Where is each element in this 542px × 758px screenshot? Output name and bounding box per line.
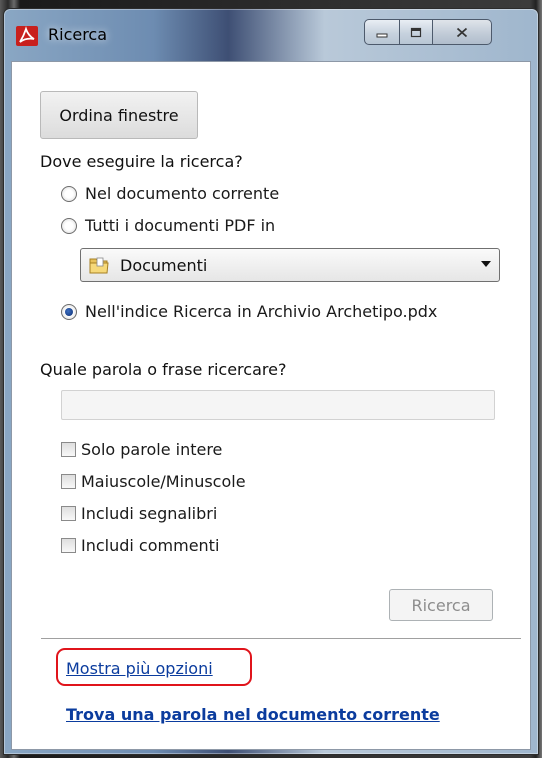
- radio-button[interactable]: [61, 217, 77, 234]
- checkbox[interactable]: [61, 538, 76, 553]
- folder-select-value: Documenti: [120, 255, 208, 275]
- caption-buttons: [364, 19, 492, 45]
- minimize-button[interactable]: [364, 19, 400, 45]
- checkbox[interactable]: [61, 474, 76, 489]
- checkbox-label: Solo parole intere: [81, 440, 223, 459]
- chevron-down-icon: [481, 261, 491, 267]
- separator: [41, 638, 521, 639]
- annotation-highlight: [56, 648, 252, 686]
- folder-select[interactable]: Documenti: [80, 248, 500, 282]
- checkbox-whole-words[interactable]: Solo parole intere: [61, 440, 222, 459]
- radio-label: Nell'indice Ricerca in Archivio Archetip…: [85, 302, 438, 321]
- window-title: Ricerca: [48, 25, 108, 44]
- search-term-input[interactable]: [61, 390, 495, 420]
- close-button[interactable]: [433, 19, 492, 45]
- checkbox[interactable]: [61, 506, 76, 521]
- checkbox-label: Includi segnalibri: [81, 504, 218, 523]
- adobe-reader-icon: [16, 26, 38, 46]
- radio-label: Tutti i documenti PDF in: [85, 216, 276, 235]
- find-in-current-document-link[interactable]: Trova una parola nel documento corrente: [66, 705, 440, 724]
- search-button[interactable]: Ricerca: [389, 589, 493, 621]
- radio-all-pdf-documents[interactable]: Tutti i documenti PDF in: [61, 216, 275, 235]
- maximize-button[interactable]: [400, 19, 433, 45]
- radio-current-document[interactable]: Nel documento corrente: [61, 184, 279, 203]
- minimize-icon: [376, 23, 388, 42]
- checkbox-label: Maiuscole/Minuscole: [81, 472, 246, 491]
- dialog-body: Ordina finestre Dove eseguire la ricerca…: [11, 61, 531, 750]
- arrange-windows-button[interactable]: Ordina finestre: [40, 91, 198, 139]
- radio-label: Nel documento corrente: [85, 184, 280, 203]
- search-window: Ricerca Ordina finestre Dove eseguire la…: [3, 8, 539, 755]
- checkbox-include-comments[interactable]: Includi commenti: [61, 536, 219, 555]
- radio-button[interactable]: [61, 185, 77, 202]
- search-term-heading: Quale parola o frase ricercare?: [40, 360, 287, 379]
- checkbox-label: Includi commenti: [81, 536, 220, 555]
- radio-button-checked[interactable]: [61, 303, 77, 320]
- checkbox-include-bookmarks[interactable]: Includi segnalibri: [61, 504, 217, 523]
- close-icon: [456, 23, 468, 42]
- title-bar[interactable]: Ricerca: [4, 9, 538, 61]
- checkbox[interactable]: [61, 442, 76, 457]
- checkbox-case-sensitive[interactable]: Maiuscole/Minuscole: [61, 472, 246, 491]
- maximize-icon: [410, 23, 422, 42]
- radio-search-index[interactable]: Nell'indice Ricerca in Archivio Archetip…: [61, 302, 437, 321]
- search-location-heading: Dove eseguire la ricerca?: [40, 152, 243, 171]
- folder-icon: [88, 254, 112, 276]
